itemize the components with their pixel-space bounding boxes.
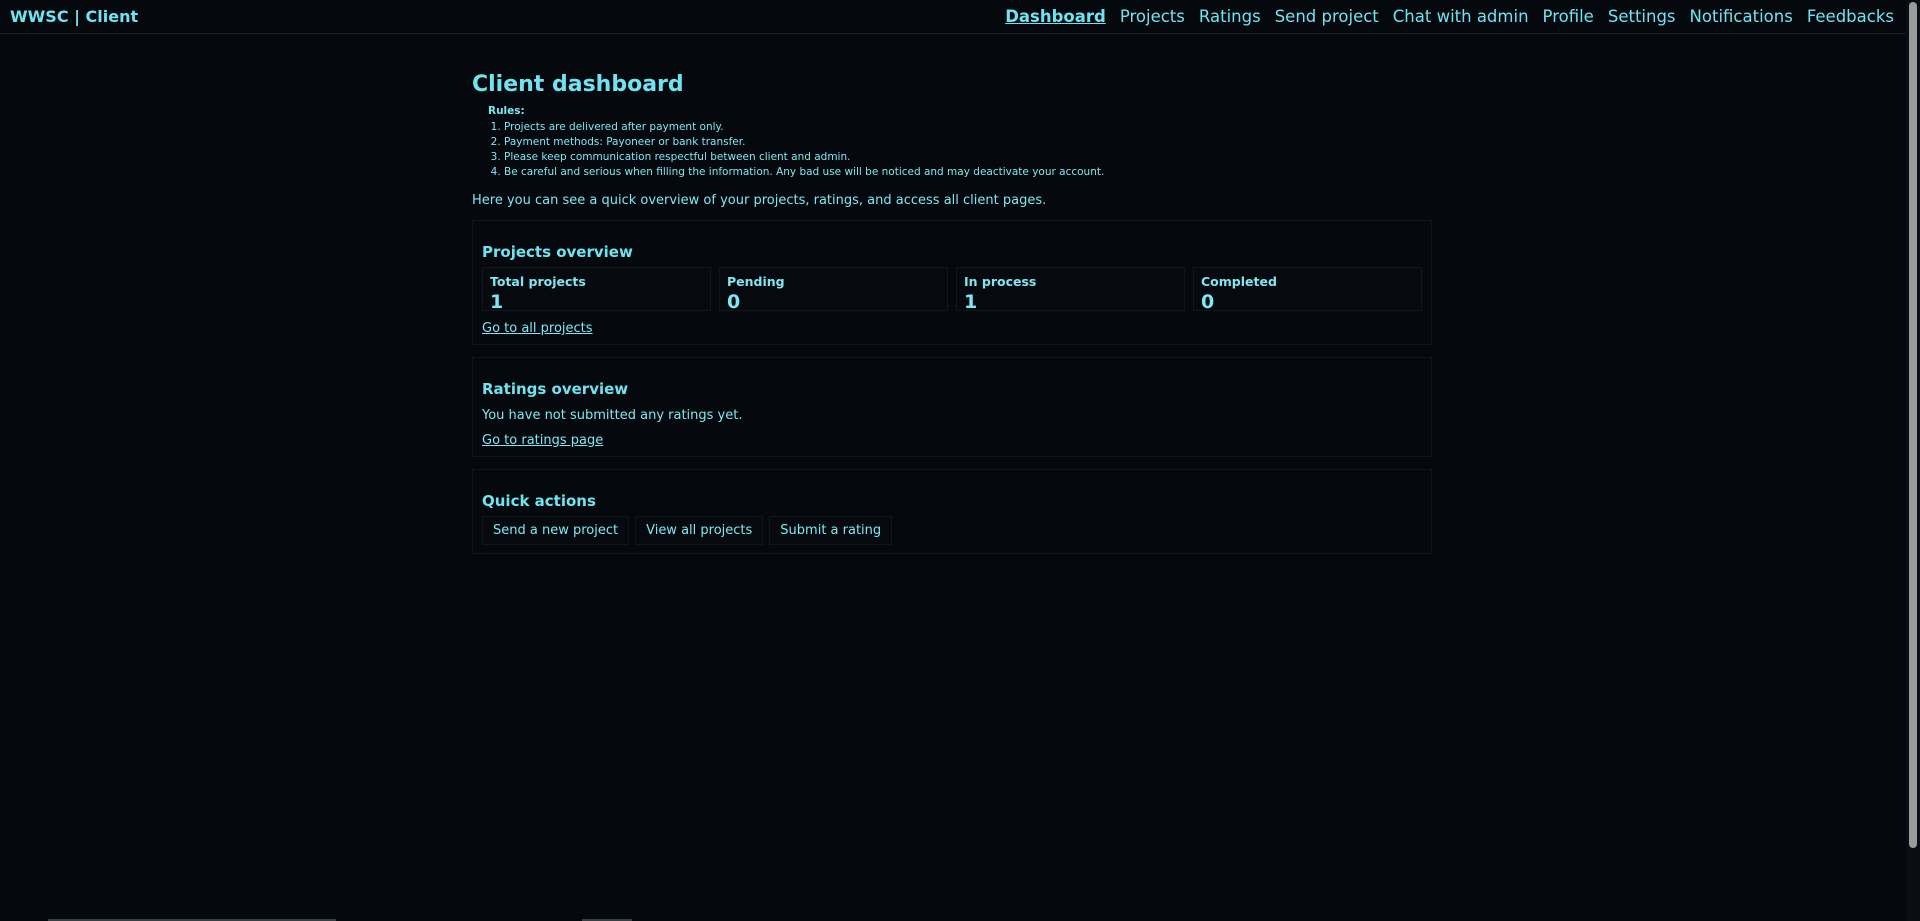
stat-value: 1 bbox=[964, 291, 978, 313]
stat-value: 1 bbox=[490, 291, 504, 313]
nav-feedbacks[interactable]: Feedbacks bbox=[1807, 7, 1894, 26]
stat-label: Pending bbox=[727, 274, 785, 289]
send-new-project-button[interactable]: Send a new project bbox=[482, 516, 630, 545]
go-to-ratings-page-link[interactable]: Go to ratings page bbox=[482, 433, 603, 448]
ratings-empty-message: You have not submitted any ratings yet. bbox=[482, 408, 743, 423]
nav-ratings[interactable]: Ratings bbox=[1199, 7, 1261, 26]
projects-overview-title: Projects overview bbox=[482, 243, 633, 261]
main-nav: Dashboard Projects Ratings Send project … bbox=[1005, 7, 1894, 26]
main-content: Client dashboard Rules: Projects are del… bbox=[472, 72, 1432, 554]
intro-text: Here you can see a quick overview of you… bbox=[472, 193, 1047, 208]
vertical-scrollbar[interactable] bbox=[1906, 0, 1920, 921]
nav-send-project[interactable]: Send project bbox=[1275, 7, 1379, 26]
top-navbar: WWSC | Client Dashboard Projects Ratings… bbox=[0, 0, 1906, 34]
stat-value: 0 bbox=[727, 291, 741, 313]
stat-value: 0 bbox=[1201, 291, 1215, 313]
ratings-overview-card: Ratings overview You have not submitted … bbox=[472, 357, 1432, 457]
nav-chat-with-admin[interactable]: Chat with admin bbox=[1393, 7, 1529, 26]
rule-item: Payment methods: Payoneer or bank transf… bbox=[504, 135, 1432, 150]
quick-actions-title: Quick actions bbox=[482, 492, 596, 510]
stat-total-projects: Total projects 1 bbox=[482, 267, 711, 313]
page-title: Client dashboard bbox=[472, 72, 684, 97]
nav-settings[interactable]: Settings bbox=[1608, 7, 1676, 26]
rules-list: Projects are delivered after payment onl… bbox=[488, 120, 1432, 180]
stat-in-process: In process 1 bbox=[956, 267, 1185, 313]
nav-profile[interactable]: Profile bbox=[1543, 7, 1594, 26]
go-to-all-projects-link[interactable]: Go to all projects bbox=[482, 321, 593, 336]
rule-item: Be careful and serious when filling the … bbox=[504, 165, 1432, 180]
submit-rating-button[interactable]: Submit a rating bbox=[769, 516, 893, 545]
stat-completed: Completed 0 bbox=[1193, 267, 1422, 313]
rules-section: Rules: Projects are delivered after paym… bbox=[472, 105, 1432, 180]
rule-item: Projects are delivered after payment onl… bbox=[504, 120, 1432, 135]
quick-actions-buttons: Send a new project View all projects Sub… bbox=[482, 516, 1422, 545]
projects-overview-card: Projects overview Total projects 1 Pendi… bbox=[472, 220, 1432, 345]
nav-projects[interactable]: Projects bbox=[1120, 7, 1185, 26]
scrollbar-thumb[interactable] bbox=[1909, 2, 1917, 848]
stat-label: Completed bbox=[1201, 274, 1277, 289]
rule-item: Please keep communication respectful bet… bbox=[504, 150, 1432, 165]
nav-notifications[interactable]: Notifications bbox=[1690, 7, 1793, 26]
brand-logo[interactable]: WWSC | Client bbox=[10, 7, 138, 26]
rules-title: Rules: bbox=[488, 105, 525, 117]
nav-dashboard[interactable]: Dashboard bbox=[1005, 7, 1106, 26]
project-stats: Total projects 1 Pending 0 In process 1 … bbox=[482, 267, 1422, 313]
stat-label: In process bbox=[964, 274, 1037, 289]
ratings-overview-title: Ratings overview bbox=[482, 380, 629, 398]
view-all-projects-button[interactable]: View all projects bbox=[635, 516, 764, 545]
quick-actions-card: Quick actions Send a new project View al… bbox=[472, 469, 1432, 554]
stat-label: Total projects bbox=[490, 274, 586, 289]
stat-pending: Pending 0 bbox=[719, 267, 948, 313]
